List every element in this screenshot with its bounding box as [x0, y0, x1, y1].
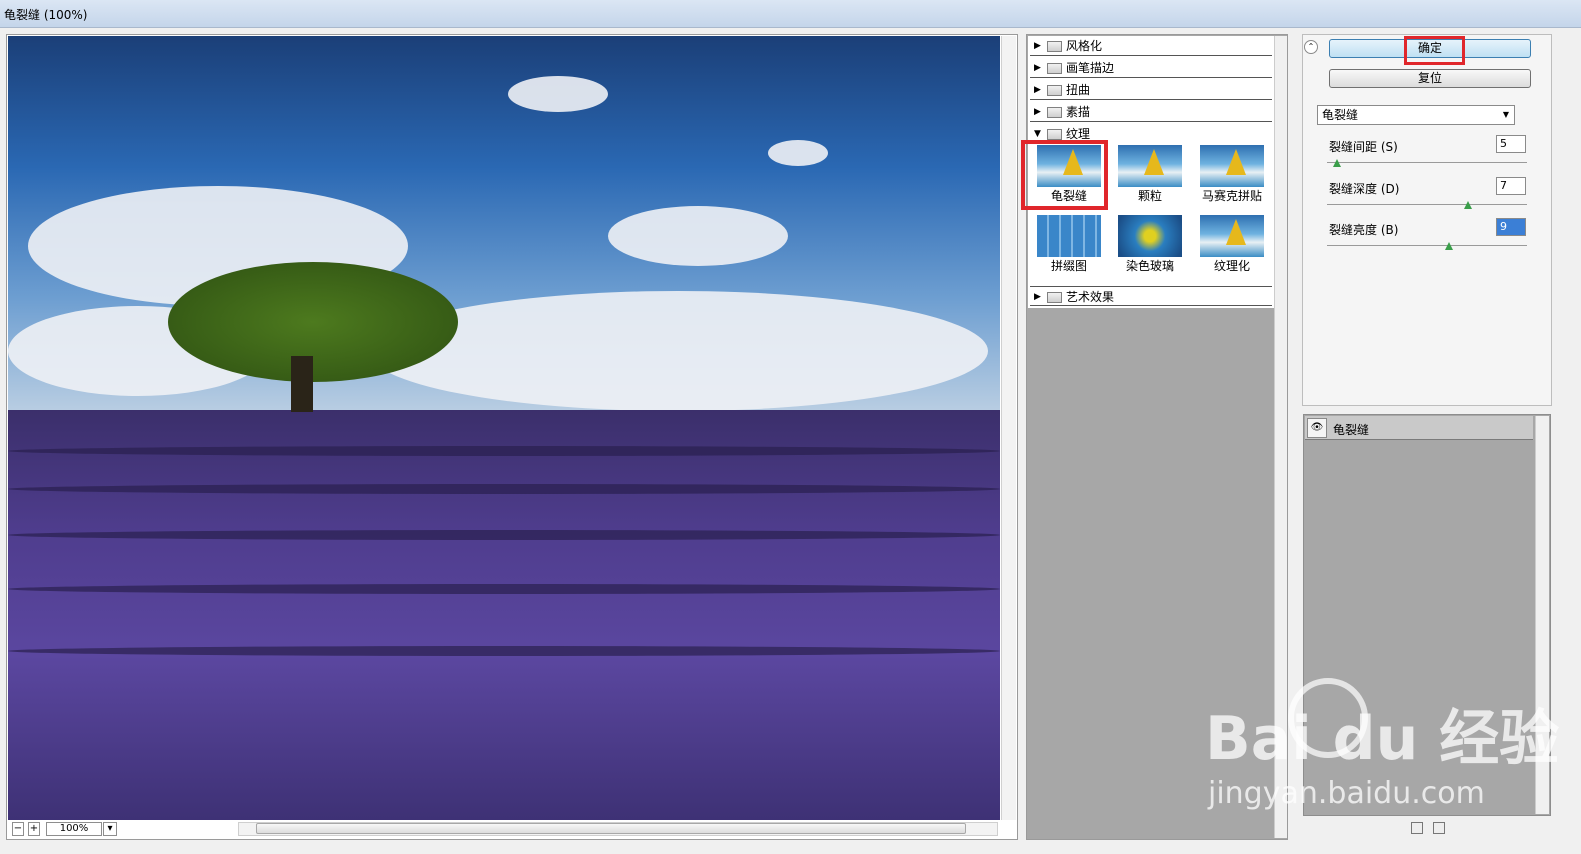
category-stylize[interactable]: ▶ 风格化: [1030, 36, 1272, 56]
thumb-label: 染色玻璃: [1125, 259, 1174, 273]
delete-effect-layer-icon[interactable]: [1433, 822, 1445, 834]
crack-spacing-slider[interactable]: [1327, 162, 1527, 163]
crack-brightness-input[interactable]: 9: [1496, 218, 1526, 236]
category-distort[interactable]: ▶ 扭曲: [1030, 80, 1272, 100]
category-label: 风格化: [1066, 39, 1103, 53]
folder-icon: [1047, 85, 1062, 96]
folder-icon: [1047, 41, 1062, 52]
thumb-patchwork[interactable]: [1037, 215, 1101, 257]
expand-arrow-icon: ▶: [1034, 41, 1041, 51]
category-artistic[interactable]: ▶ 艺术效果: [1030, 286, 1272, 306]
folder-icon: [1047, 292, 1062, 303]
folder-open-icon: [1047, 129, 1062, 140]
horizontal-scroll-thumb[interactable]: [256, 823, 966, 834]
folder-icon: [1047, 63, 1062, 74]
thumb-stained-glass[interactable]: [1118, 215, 1182, 257]
expand-arrow-icon: ▶: [1034, 107, 1041, 117]
filter-select[interactable]: 龟裂缝 ▼: [1317, 105, 1515, 125]
watermark-brand: Bai du 经验: [1205, 704, 1560, 774]
crack-depth-label: 裂缝深度 (D): [1329, 182, 1400, 196]
category-label: 画笔描边: [1066, 61, 1115, 75]
thumb-label: 拼缀图: [1050, 259, 1087, 273]
crack-depth-input[interactable]: 7: [1496, 177, 1526, 195]
expand-arrow-icon: ▶: [1034, 85, 1041, 95]
ok-highlight: [1404, 36, 1465, 65]
crack-spacing-knob[interactable]: [1332, 159, 1341, 167]
collapse-gallery-icon[interactable]: ⌃: [1304, 40, 1318, 54]
zoom-level[interactable]: 100%: [46, 822, 102, 836]
thumb-mosaic-tiles[interactable]: [1200, 145, 1264, 187]
category-sketch[interactable]: ▶ 素描: [1030, 102, 1272, 122]
title-bar: 龟裂缝 (100%): [0, 0, 1581, 28]
crack-brightness-label: 裂缝亮度 (B): [1329, 223, 1399, 237]
tree-crown: [168, 262, 458, 382]
folder-icon: [1047, 107, 1062, 118]
preview-vertical-scrollbar[interactable]: [1001, 36, 1016, 820]
category-label: 扭曲: [1066, 83, 1091, 97]
tree-trunk: [291, 356, 313, 412]
category-label: 纹理: [1066, 127, 1091, 141]
zoom-out-button[interactable]: −: [12, 822, 24, 836]
category-brush-strokes[interactable]: ▶ 画笔描边: [1030, 58, 1272, 78]
category-label: 素描: [1066, 105, 1091, 119]
effect-layer-label: 龟裂缝: [1333, 423, 1370, 437]
chevron-down-icon: ▼: [1502, 110, 1510, 119]
crack-spacing-input[interactable]: 5: [1496, 135, 1526, 153]
crack-depth-knob[interactable]: [1464, 201, 1473, 209]
thumb-label: 颗粒: [1137, 189, 1162, 203]
zoom-in-button[interactable]: +: [28, 822, 40, 836]
crack-brightness-knob[interactable]: [1444, 242, 1453, 250]
expand-arrow-icon: ▶: [1034, 63, 1041, 73]
category-label: 艺术效果: [1066, 290, 1115, 304]
thumb-texturizer[interactable]: [1200, 215, 1264, 257]
selected-filter-highlight: [1021, 140, 1108, 210]
thumb-label: 马赛克拼贴: [1201, 189, 1262, 203]
reset-button[interactable]: 复位: [1329, 69, 1531, 88]
expand-arrow-icon: ▶: [1034, 292, 1041, 302]
filter-select-value: 龟裂缝: [1322, 108, 1359, 122]
eye-icon[interactable]: 👁: [1307, 418, 1327, 438]
crack-depth-slider[interactable]: [1327, 204, 1527, 205]
new-effect-layer-icon[interactable]: [1411, 822, 1423, 834]
thumb-grain[interactable]: [1118, 145, 1182, 187]
window-title: 龟裂缝 (100%): [4, 8, 88, 22]
watermark-url: jingyan.baidu.com: [1208, 776, 1485, 811]
zoom-dropdown-icon[interactable]: ▾: [103, 822, 117, 836]
crack-spacing-label: 裂缝间距 (S): [1329, 140, 1398, 154]
thumb-label: 纹理化: [1213, 259, 1250, 273]
preview-field: [8, 410, 1000, 820]
crack-brightness-slider[interactable]: [1327, 245, 1527, 246]
preview-image[interactable]: [8, 36, 1000, 820]
